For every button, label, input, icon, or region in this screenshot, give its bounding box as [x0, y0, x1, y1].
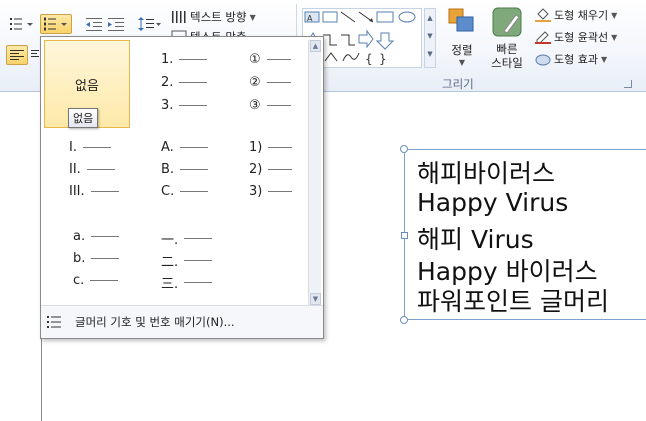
arrange-label: 정렬 [451, 43, 473, 57]
bullets-numbering-dialog-link[interactable]: 글머리 기호 및 번호 매기기(N)... [41, 305, 323, 338]
line-spacing-icon [138, 17, 161, 31]
line-spacing-button[interactable] [136, 14, 164, 34]
quick-styles-icon [492, 7, 522, 37]
shape-effects-button[interactable]: 도형 효과 ▼ [534, 50, 634, 68]
paint-bucket-icon [535, 8, 551, 22]
shape-outline-button[interactable]: 도형 윤곽선 ▼ [534, 28, 634, 46]
bullets-numbering-dialog-label: 글머리 기호 및 번호 매기기(N)... [75, 315, 235, 329]
quick-styles-label: 빠른 스타일 [491, 42, 523, 70]
decrease-indent-icon [86, 18, 102, 31]
svg-text:}: } [379, 52, 387, 66]
arrange-icon [448, 8, 474, 32]
numbering-option-alpha-lower[interactable]: a. b. c. [69, 227, 149, 297]
text-box[interactable]: 해피바이러스 Happy Virus 해피 Virus Happy 바이러스 파… [400, 145, 646, 324]
shape-fill-button[interactable]: 도형 채우기 ▼ [534, 6, 634, 24]
numbering-dropdown: 없음 없음 1. 2. 3. ① ② ③ I. II. III. A. B. C… [40, 36, 324, 339]
shape-outline-label: 도형 윤곽선 [554, 31, 609, 44]
text-line-2[interactable]: Happy Virus [417, 188, 568, 217]
text-direction-icon [172, 11, 186, 23]
shapes-scrollbar[interactable]: ▲ ▼ ▼ [424, 8, 436, 68]
list-icon [47, 316, 61, 328]
decrease-indent-button[interactable] [84, 14, 104, 34]
numbering-option-hanja[interactable]: 一. 二. 三. [157, 227, 237, 297]
shape-fill-label: 도형 채우기 [554, 9, 609, 22]
text-line-1[interactable]: 해피바이러스 [417, 154, 555, 190]
scroll-up-icon[interactable]: ▲ [310, 40, 321, 52]
numbering-icon [44, 17, 67, 31]
resize-handle-bottom-left[interactable] [400, 316, 408, 324]
numbering-option-arabic-paren[interactable]: 1) 2) 3) [241, 137, 311, 207]
resize-handle-top-left[interactable] [400, 145, 408, 153]
align-left-button[interactable] [6, 45, 28, 65]
drawing-group-label: 그리기 [442, 77, 474, 91]
text-direction-button[interactable]: 텍스트 방향 ▼ [170, 8, 270, 26]
numbering-option-roman-upper[interactable]: I. II. III. [65, 137, 145, 207]
numbering-none-label: 없음 [75, 79, 99, 94]
numbering-scrollbar[interactable]: ▲ ▼ [308, 40, 321, 305]
pencil-icon [535, 31, 551, 44]
numbering-button[interactable] [40, 14, 72, 34]
numbering-option-alpha-upper[interactable]: A. B. C. [157, 137, 237, 207]
svg-text:{: { [365, 52, 373, 66]
arrange-button[interactable]: 정렬 ▼ [442, 6, 482, 76]
quick-styles-button[interactable]: 빠른 스타일 [484, 6, 530, 76]
text-line-3[interactable]: 해피 Virus [417, 220, 534, 256]
bullets-icon [10, 18, 33, 30]
text-direction-label: 텍스트 방향 [190, 10, 247, 24]
svg-text:A: A [307, 14, 313, 23]
text-line-5[interactable]: 파워포인트 글머리 [417, 282, 609, 318]
scroll-down-icon[interactable]: ▼ [310, 293, 321, 305]
drawing-dialog-launcher-icon[interactable] [624, 80, 632, 88]
slide-left-margin [0, 93, 42, 421]
shape-effects-icon [535, 54, 551, 66]
resize-handle-left[interactable] [401, 232, 408, 239]
align-center-icon [31, 50, 39, 57]
numbering-option-arabic-period[interactable]: 1. 2. 3. [157, 49, 237, 125]
bullets-button[interactable] [6, 14, 38, 34]
align-left-icon [10, 50, 24, 60]
numbering-option-circled[interactable]: ① ② ③ [241, 49, 311, 125]
shape-effects-label: 도형 효과 [554, 53, 598, 66]
align-center-button[interactable] [30, 45, 40, 65]
tooltip: 없음 [68, 108, 99, 128]
increase-indent-icon [108, 18, 124, 31]
increase-indent-button[interactable] [106, 14, 126, 34]
